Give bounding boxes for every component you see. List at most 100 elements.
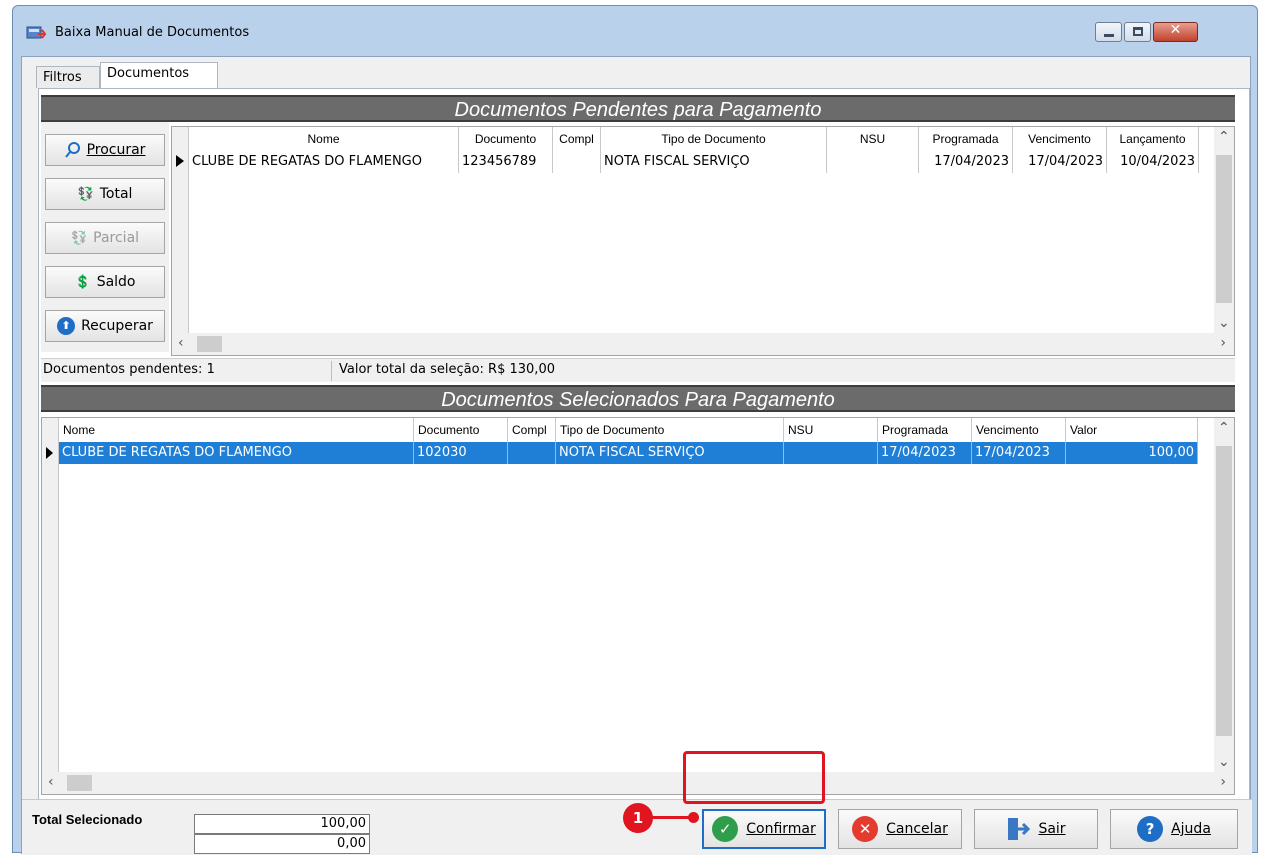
pending-header: Documentos Pendentes para Pagamento [41,95,1235,122]
hscroll-thumb[interactable] [67,775,92,791]
maximize-button[interactable] [1124,22,1151,42]
scroll-right-icon[interactable]: › [1220,335,1226,351]
parcial-button[interactable]: 💱 Parcial [45,222,165,254]
parcial-label: Parcial [93,230,140,246]
col-valor[interactable]: Valor [1066,418,1198,442]
pending-vscroll[interactable]: ⌃ ⌄ [1214,127,1234,333]
pending-grid-header: Nome Documento Compl Tipo de Documento N… [189,127,1199,151]
scroll-up-icon[interactable]: ⌃ [1218,420,1230,436]
cell-nsu [827,151,919,173]
balance-icon: 💲 [74,274,91,290]
minimize-icon [1104,34,1114,37]
cell-vencimento: 17/04/2023 [1013,151,1107,173]
cancelar-button[interactable]: ✕ Cancelar [838,809,962,849]
scroll-down-icon[interactable]: ⌄ [1218,754,1230,770]
confirmar-button[interactable]: ✓ Confirmar [702,809,826,849]
scroll-thumb[interactable] [1216,446,1232,736]
current-row-icon [46,447,53,459]
confirmar-label: Confirmar [746,821,816,837]
tab-documentos[interactable]: Documentos [100,62,218,89]
search-icon [64,142,80,158]
col-lancamento[interactable]: Lançamento [1107,127,1199,151]
close-icon: ✕ [1169,22,1182,38]
client-area: Filtros Documentos Documentos Pendentes … [21,56,1252,855]
main-window: Baixa Manual de Documentos ✕ Filtros Doc… [12,5,1258,855]
confirm-highlight [683,751,825,804]
cell-nsu [784,442,878,464]
col-compl[interactable]: Compl [553,127,601,151]
title-bar[interactable]: Baixa Manual de Documentos ✕ [13,6,1257,56]
close-button[interactable]: ✕ [1153,22,1198,42]
selected-grid-header: Nome Documento Compl Tipo de Documento N… [59,418,1198,442]
cell-nome: CLUBE DE REGATAS DO FLAMENGO [189,151,459,173]
col-nome[interactable]: Nome [189,127,459,151]
cell-valor: 100,00 [1066,442,1198,464]
help-icon: ? [1137,816,1164,842]
selected-vscroll[interactable]: ⌃ ⌄ [1214,418,1234,772]
cell-compl [508,442,556,464]
scroll-left-icon[interactable]: ‹ [178,335,184,351]
col-nome[interactable]: Nome [59,418,414,442]
scroll-right-icon[interactable]: › [1220,774,1226,790]
scroll-up-icon[interactable]: ⌃ [1218,129,1230,145]
pending-actions: Procurar 💱 Total 💱 Parcial 💲 Saldo ⬆ Rec… [41,122,169,352]
sair-label: Sair [1038,821,1066,837]
recover-icon: ⬆ [57,317,76,335]
selected-hscroll[interactable]: ‹ › [42,772,1234,794]
app-icon [26,26,46,39]
col-nsu[interactable]: NSU [827,127,919,151]
ajuda-label: Ajuda [1171,821,1211,837]
col-tipo[interactable]: Tipo de Documento [601,127,827,151]
minimize-button[interactable] [1095,22,1122,42]
col-vencimento[interactable]: Vencimento [1013,127,1107,151]
saldo-button[interactable]: 💲 Saldo [45,266,165,298]
scroll-thumb[interactable] [1216,155,1232,303]
pending-status-bar: Documentos pendentes: 1 Valor total da s… [41,358,1235,382]
total-button[interactable]: 💱 Total [45,178,165,210]
cell-tipo: NOTA FISCAL SERVIÇO [556,442,784,464]
col-programada[interactable]: Programada [878,418,972,442]
cancel-icon: ✕ [852,816,879,842]
col-compl[interactable]: Compl [508,418,556,442]
total-selecionado-label: Total Selecionado [32,812,143,827]
cell-programada: 17/04/2023 [919,151,1013,173]
recuperar-button[interactable]: ⬆ Recuperar [45,310,165,342]
saldo-label: Saldo [96,274,136,290]
pending-hscroll[interactable]: ‹ › [172,333,1234,355]
col-tipo[interactable]: Tipo de Documento [556,418,784,442]
procurar-button[interactable]: Procurar [45,134,165,166]
check-icon: ✓ [712,816,739,842]
cancelar-label: Cancelar [886,821,948,837]
cell-nome: CLUBE DE REGATAS DO FLAMENGO [59,442,414,464]
exit-icon [1008,818,1031,840]
pending-count: Documentos pendentes: 1 [43,362,215,377]
ajuda-button[interactable]: ? Ajuda [1110,809,1238,849]
status-divider [331,361,332,381]
callout-dot [688,812,699,823]
col-documento[interactable]: Documento [459,127,553,151]
total-label: Total [99,186,133,202]
selected-grid[interactable]: Nome Documento Compl Tipo de Documento N… [41,417,1235,795]
table-row[interactable]: CLUBE DE REGATAS DO FLAMENGO 123456789 N… [189,151,1199,173]
money-add-icon: 💱 [77,186,94,202]
col-programada[interactable]: Programada [919,127,1013,151]
scroll-down-icon[interactable]: ⌄ [1218,315,1230,331]
col-nsu[interactable]: NSU [784,418,878,442]
table-row[interactable]: CLUBE DE REGATAS DO FLAMENGO 102030 NOTA… [59,442,1198,464]
total-secondary-value: 0,00 [194,834,370,854]
pending-grid[interactable]: Nome Documento Compl Tipo de Documento N… [171,126,1235,356]
col-documento[interactable]: Documento [414,418,508,442]
procurar-label: Procurar [86,142,146,158]
cell-documento: 102030 [414,442,508,464]
row-gutter [42,418,59,794]
maximize-icon [1133,27,1143,36]
col-vencimento[interactable]: Vencimento [972,418,1066,442]
scroll-left-icon[interactable]: ‹ [48,774,54,790]
recuperar-label: Recuperar [81,318,153,334]
tab-filtros[interactable]: Filtros [36,66,100,88]
current-row-icon [176,155,184,167]
hscroll-thumb[interactable] [197,336,222,352]
sair-button[interactable]: Sair [974,809,1098,849]
window-title: Baixa Manual de Documentos [55,25,250,40]
callout-badge: 1 [623,803,653,833]
